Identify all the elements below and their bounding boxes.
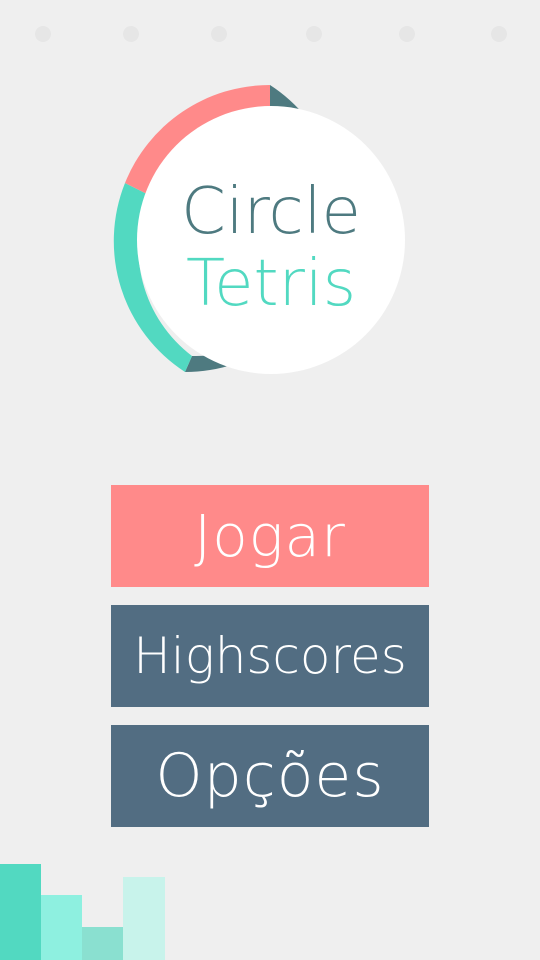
highscores-button[interactable]: Highscores bbox=[111, 605, 429, 707]
play-button[interactable]: Jogar bbox=[111, 485, 429, 587]
dot-4 bbox=[306, 26, 322, 42]
decor-bar-2 bbox=[41, 895, 82, 960]
dot-6 bbox=[491, 26, 507, 42]
decor-bar-3 bbox=[82, 927, 123, 960]
decor-bar-4 bbox=[123, 877, 165, 960]
dot-2 bbox=[123, 26, 139, 42]
options-button[interactable]: Opções bbox=[111, 725, 429, 827]
logo-ring-icon: Circle Tetris bbox=[113, 84, 405, 374]
play-button-label: Jogar bbox=[194, 502, 346, 570]
decor-bar-1 bbox=[0, 864, 41, 960]
dot-5 bbox=[399, 26, 415, 42]
dot-3 bbox=[211, 26, 227, 42]
highscores-button-label: Highscores bbox=[133, 627, 407, 685]
logo-title-line1: Circle bbox=[181, 175, 361, 249]
dot-1 bbox=[35, 26, 51, 42]
options-button-label: Opções bbox=[155, 741, 385, 811]
logo-title-line2: Tetris bbox=[186, 247, 356, 321]
